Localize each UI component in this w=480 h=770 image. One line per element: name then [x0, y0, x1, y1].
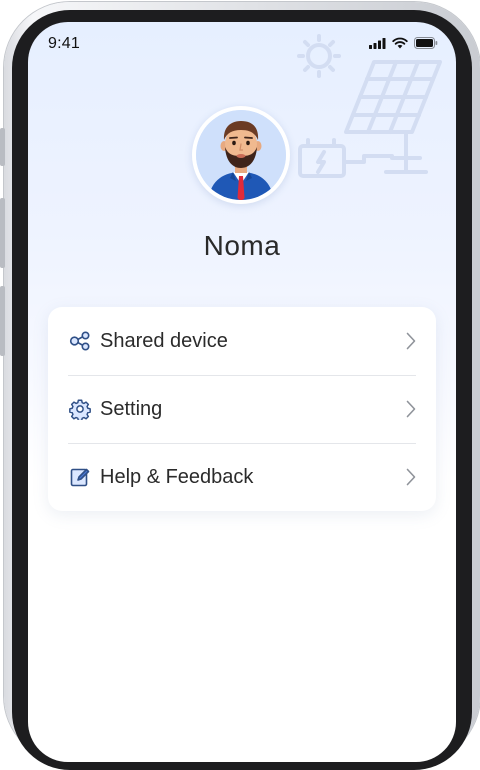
menu-item-label: Shared device	[100, 329, 228, 352]
share-nodes-icon	[69, 330, 91, 352]
menu-item-label: Help & Feedback	[100, 465, 254, 488]
avatar[interactable]	[192, 106, 290, 204]
wifi-icon	[392, 37, 408, 49]
user-name: Noma	[203, 230, 281, 261]
status-icons	[369, 37, 438, 49]
avatar-image	[196, 110, 286, 200]
user-portrait-icon	[196, 110, 286, 200]
menu-item-help-feedback[interactable]: Help & Feedback	[48, 443, 436, 511]
battery-icon	[414, 37, 438, 49]
silent-switch	[0, 128, 5, 166]
menu-item-setting[interactable]: Setting	[48, 375, 436, 443]
menu-item-shared-device[interactable]: Shared device	[48, 307, 436, 375]
menu-card: Shared device Setting Help & Feedback	[48, 307, 436, 511]
menu-item-label: Setting	[100, 397, 163, 420]
chevron-right-icon	[406, 468, 416, 486]
volume-up-button	[0, 198, 5, 268]
app-screen: 9:41 Noma Shared device Setting Help & F…	[28, 22, 456, 762]
chevron-right-icon	[406, 400, 416, 418]
gear-icon	[69, 398, 91, 420]
cellular-signal-icon	[369, 37, 386, 49]
volume-down-button	[0, 286, 5, 356]
status-time: 9:41	[48, 35, 80, 52]
chevron-right-icon	[406, 332, 416, 350]
status-bar: 9:41	[28, 22, 456, 66]
edit-note-icon	[69, 466, 91, 488]
